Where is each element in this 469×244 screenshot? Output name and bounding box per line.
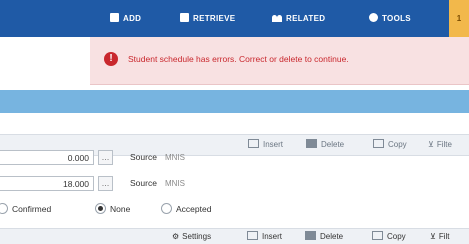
settings-label: Settings bbox=[182, 232, 212, 241]
document-icon bbox=[180, 13, 189, 22]
filter-label: Filt bbox=[438, 232, 450, 241]
delete-label: Delete bbox=[320, 232, 344, 241]
section-header-bar bbox=[0, 90, 469, 113]
error-icon: ! bbox=[104, 52, 118, 66]
radio-confirmed-label: Confirmed bbox=[12, 204, 52, 214]
related-people-icon bbox=[272, 13, 282, 22]
add-button[interactable]: ADD bbox=[110, 0, 141, 37]
credit-row: 0.000 … Source MNIS bbox=[0, 147, 469, 169]
related-label: RELATED bbox=[286, 14, 326, 23]
copy-button[interactable]: Copy bbox=[372, 229, 406, 244]
delete-icon bbox=[305, 231, 316, 240]
credit-hours-input[interactable]: 18.000 bbox=[0, 176, 94, 191]
delete-button[interactable]: Delete bbox=[305, 229, 343, 244]
credit-lookup-button[interactable]: … bbox=[98, 176, 113, 191]
source-label: Source bbox=[130, 178, 157, 188]
source-label: Source bbox=[130, 152, 157, 162]
credit-lookup-button[interactable]: … bbox=[98, 150, 113, 165]
tools-label: TOOLS bbox=[382, 14, 411, 23]
top-nav-bar: ADD RETRIEVE RELATED TOOLS 1 bbox=[0, 0, 469, 37]
radio-none[interactable]: None bbox=[95, 203, 130, 215]
status-radio-group: Confirmed None Accepted bbox=[0, 198, 469, 220]
copy-icon bbox=[372, 231, 383, 240]
gear-icon bbox=[369, 13, 378, 22]
source-value: MNIS bbox=[165, 179, 185, 188]
source-value: MNIS bbox=[165, 153, 185, 162]
retrieve-button[interactable]: RETRIEVE bbox=[180, 0, 235, 37]
filter-button[interactable]: ⊻ Filt bbox=[430, 229, 450, 244]
notification-tab[interactable]: 1 bbox=[449, 0, 469, 37]
radio-circle-icon bbox=[0, 203, 8, 214]
settings-button[interactable]: ⚙ Settings bbox=[172, 229, 211, 244]
radio-none-label: None bbox=[110, 204, 131, 214]
retrieve-label: RETRIEVE bbox=[193, 14, 236, 23]
add-icon bbox=[110, 13, 119, 22]
radio-accepted-label: Accepted bbox=[176, 204, 212, 214]
bottom-toolbar: ⚙ Settings Insert Delete Copy ⊻ Filt bbox=[0, 228, 469, 244]
credit-row: 18.000 … Source MNIS bbox=[0, 173, 469, 195]
credit-hours-input[interactable]: 0.000 bbox=[0, 150, 94, 165]
radio-circle-icon bbox=[161, 203, 172, 214]
gear-icon: ⚙ bbox=[172, 232, 180, 241]
filter-icon: ⊻ bbox=[430, 232, 436, 241]
copy-label: Copy bbox=[387, 232, 406, 241]
insert-icon bbox=[247, 231, 258, 240]
radio-accepted[interactable]: Accepted bbox=[161, 203, 211, 215]
error-notification: ! Student schedule has errors. Correct o… bbox=[90, 37, 469, 85]
radio-circle-selected-icon bbox=[95, 203, 106, 214]
related-button[interactable]: RELATED bbox=[272, 0, 325, 37]
radio-confirmed[interactable]: Confirmed bbox=[0, 203, 51, 215]
insert-button[interactable]: Insert bbox=[247, 229, 282, 244]
tools-button[interactable]: TOOLS bbox=[369, 0, 411, 37]
add-label: ADD bbox=[123, 14, 142, 23]
error-message: Student schedule has errors. Correct or … bbox=[128, 54, 349, 64]
insert-label: Insert bbox=[262, 232, 283, 241]
